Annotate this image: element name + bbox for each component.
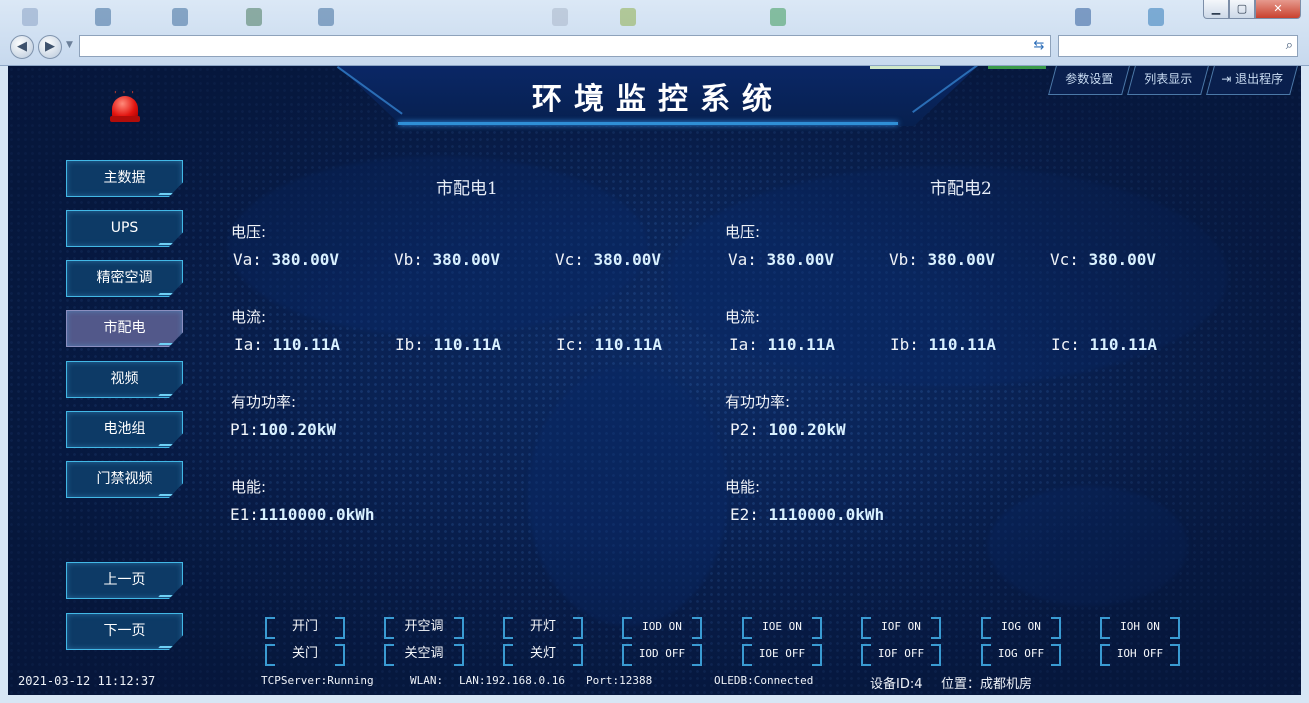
close-icon[interactable]: ✕ bbox=[1255, 0, 1301, 19]
current-label: 电流: bbox=[725, 308, 761, 326]
desktop-icon[interactable] bbox=[620, 8, 636, 26]
panel-title: 市配电2 bbox=[930, 179, 992, 199]
current-a: Ia: 110.11A bbox=[234, 335, 340, 354]
current-c: Ic: 110.11A bbox=[556, 335, 662, 354]
iod-on-button[interactable]: IOD ON bbox=[622, 617, 702, 639]
port-status: Port:12388 bbox=[586, 674, 653, 687]
panel-title: 市配电1 bbox=[436, 179, 498, 199]
active-power: P2: 100.20kW bbox=[730, 420, 846, 439]
back-arrow-icon[interactable]: ◀ bbox=[10, 35, 34, 59]
iog-on-button[interactable]: IOG ON bbox=[981, 617, 1061, 639]
power-label: 有功功率: bbox=[231, 393, 297, 411]
datetime-display: 2021-03-12 11:12:37 bbox=[18, 674, 156, 688]
iof-off-button[interactable]: IOF OFF bbox=[861, 644, 941, 666]
voltage-c: Vc: 380.00V bbox=[555, 250, 661, 269]
minimize-icon[interactable]: ▁ bbox=[1203, 0, 1229, 19]
refresh-icon[interactable]: ⇆ bbox=[1028, 36, 1050, 56]
tcp-status: TCPServer:Running bbox=[261, 674, 374, 687]
taskbar-icons bbox=[0, 0, 1190, 30]
desktop-icon[interactable] bbox=[770, 8, 786, 26]
window-controls: ▁ ▢ ✕ bbox=[1203, 0, 1301, 19]
desktop-icon[interactable] bbox=[95, 8, 111, 26]
voltage-label: 电压: bbox=[725, 223, 761, 241]
title-underline bbox=[398, 122, 898, 125]
address-bar[interactable] bbox=[79, 35, 1051, 57]
voltage-c: Vc: 380.00V bbox=[1050, 250, 1156, 269]
location: 位置：成都机房 bbox=[941, 677, 1033, 692]
current-b: Ib: 110.11A bbox=[395, 335, 501, 354]
close-door-button[interactable]: 关门 bbox=[265, 644, 345, 666]
maximize-icon[interactable]: ▢ bbox=[1229, 0, 1255, 19]
search-input[interactable]: ⌕ bbox=[1058, 35, 1298, 57]
current-a: Ia: 110.11A bbox=[729, 335, 835, 354]
browser-chrome: ▁ ▢ ✕ ◀ ▶ ▼ ⇆ ⌕ bbox=[0, 0, 1309, 66]
ioh-off-button[interactable]: IOH OFF bbox=[1100, 644, 1180, 666]
open-door-button[interactable]: 开门 bbox=[265, 617, 345, 639]
voltage-a: Va: 380.00V bbox=[728, 250, 834, 269]
wlan-status: WLAN: bbox=[410, 674, 444, 687]
lan-status: LAN:192.168.0.16 bbox=[459, 674, 565, 687]
sidebar-item-battery[interactable]: 电池组 bbox=[66, 411, 183, 448]
energy-label: 电能: bbox=[231, 478, 267, 496]
exit-icon: ⇥ bbox=[1221, 72, 1236, 86]
energy-label: 电能: bbox=[725, 478, 761, 496]
sidebar-item-ups[interactable]: UPS bbox=[66, 210, 183, 247]
alarm-light-icon: ' ' ' bbox=[108, 90, 142, 124]
current-b: Ib: 110.11A bbox=[890, 335, 996, 354]
iod-off-button[interactable]: IOD OFF bbox=[622, 644, 702, 666]
voltage-a: Va: 380.00V bbox=[233, 250, 339, 269]
desktop-icon[interactable] bbox=[552, 8, 568, 26]
sidebar-item-precision-ac[interactable]: 精密空调 bbox=[66, 260, 183, 297]
voltage-b: Vb: 380.00V bbox=[889, 250, 995, 269]
current-label: 电流: bbox=[231, 308, 267, 326]
search-icon[interactable]: ⌕ bbox=[1286, 38, 1293, 53]
iof-on-button[interactable]: IOF ON bbox=[861, 617, 941, 639]
voltage-label: 电压: bbox=[231, 223, 267, 241]
desktop-icon[interactable] bbox=[318, 8, 334, 26]
list-view-button[interactable]: 列表显示 bbox=[1127, 66, 1209, 95]
device-id: 设备ID:4 bbox=[870, 677, 923, 692]
energy-value: E1:1110000.0kWh bbox=[230, 505, 375, 524]
desktop-icon[interactable] bbox=[22, 8, 38, 26]
app-title: 环境监控系统 bbox=[532, 82, 784, 117]
power-label: 有功功率: bbox=[725, 393, 791, 411]
energy-value: E2: 1110000.0kWh bbox=[730, 505, 885, 524]
ac-on-button[interactable]: 开空调 bbox=[384, 617, 464, 639]
chevron-down-icon[interactable]: ▼ bbox=[66, 40, 73, 50]
forward-arrow-icon[interactable]: ▶ bbox=[38, 35, 62, 59]
ac-off-button[interactable]: 关空调 bbox=[384, 644, 464, 666]
desktop-icon[interactable] bbox=[172, 8, 188, 26]
ioe-on-button[interactable]: IOE ON bbox=[742, 617, 822, 639]
ioe-off-button[interactable]: IOE OFF bbox=[742, 644, 822, 666]
active-power: P1:100.20kW bbox=[230, 420, 336, 439]
sidebar-item-video[interactable]: 视频 bbox=[66, 361, 183, 398]
sidebar-item-mains-power[interactable]: 市配电 bbox=[66, 310, 183, 347]
exit-button[interactable]: ⇥ 退出程序 bbox=[1206, 66, 1298, 95]
sidebar-item-main-data[interactable]: 主数据 bbox=[66, 160, 183, 197]
ioh-on-button[interactable]: IOH ON bbox=[1100, 617, 1180, 639]
settings-button[interactable]: 参数设置 bbox=[1048, 66, 1130, 95]
iog-off-button[interactable]: IOG OFF bbox=[981, 644, 1061, 666]
desktop-icon[interactable] bbox=[246, 8, 262, 26]
monitor-app: 环境监控系统 参数设置 列表显示 ⇥ 退出程序 ' ' ' 主数据 UPS 精密… bbox=[8, 66, 1301, 695]
oledb-status: OLEDB:Connected bbox=[714, 674, 814, 687]
prev-page-button[interactable]: 上一页 bbox=[66, 562, 183, 599]
light-on-button[interactable]: 开灯 bbox=[503, 617, 583, 639]
voltage-b: Vb: 380.00V bbox=[394, 250, 500, 269]
desktop-icon[interactable] bbox=[1148, 8, 1164, 26]
light-off-button[interactable]: 关灯 bbox=[503, 644, 583, 666]
sidebar-item-access-video[interactable]: 门禁视频 bbox=[66, 461, 183, 498]
current-c: Ic: 110.11A bbox=[1051, 335, 1157, 354]
next-page-button[interactable]: 下一页 bbox=[66, 613, 183, 650]
desktop-icon[interactable] bbox=[1075, 8, 1091, 26]
